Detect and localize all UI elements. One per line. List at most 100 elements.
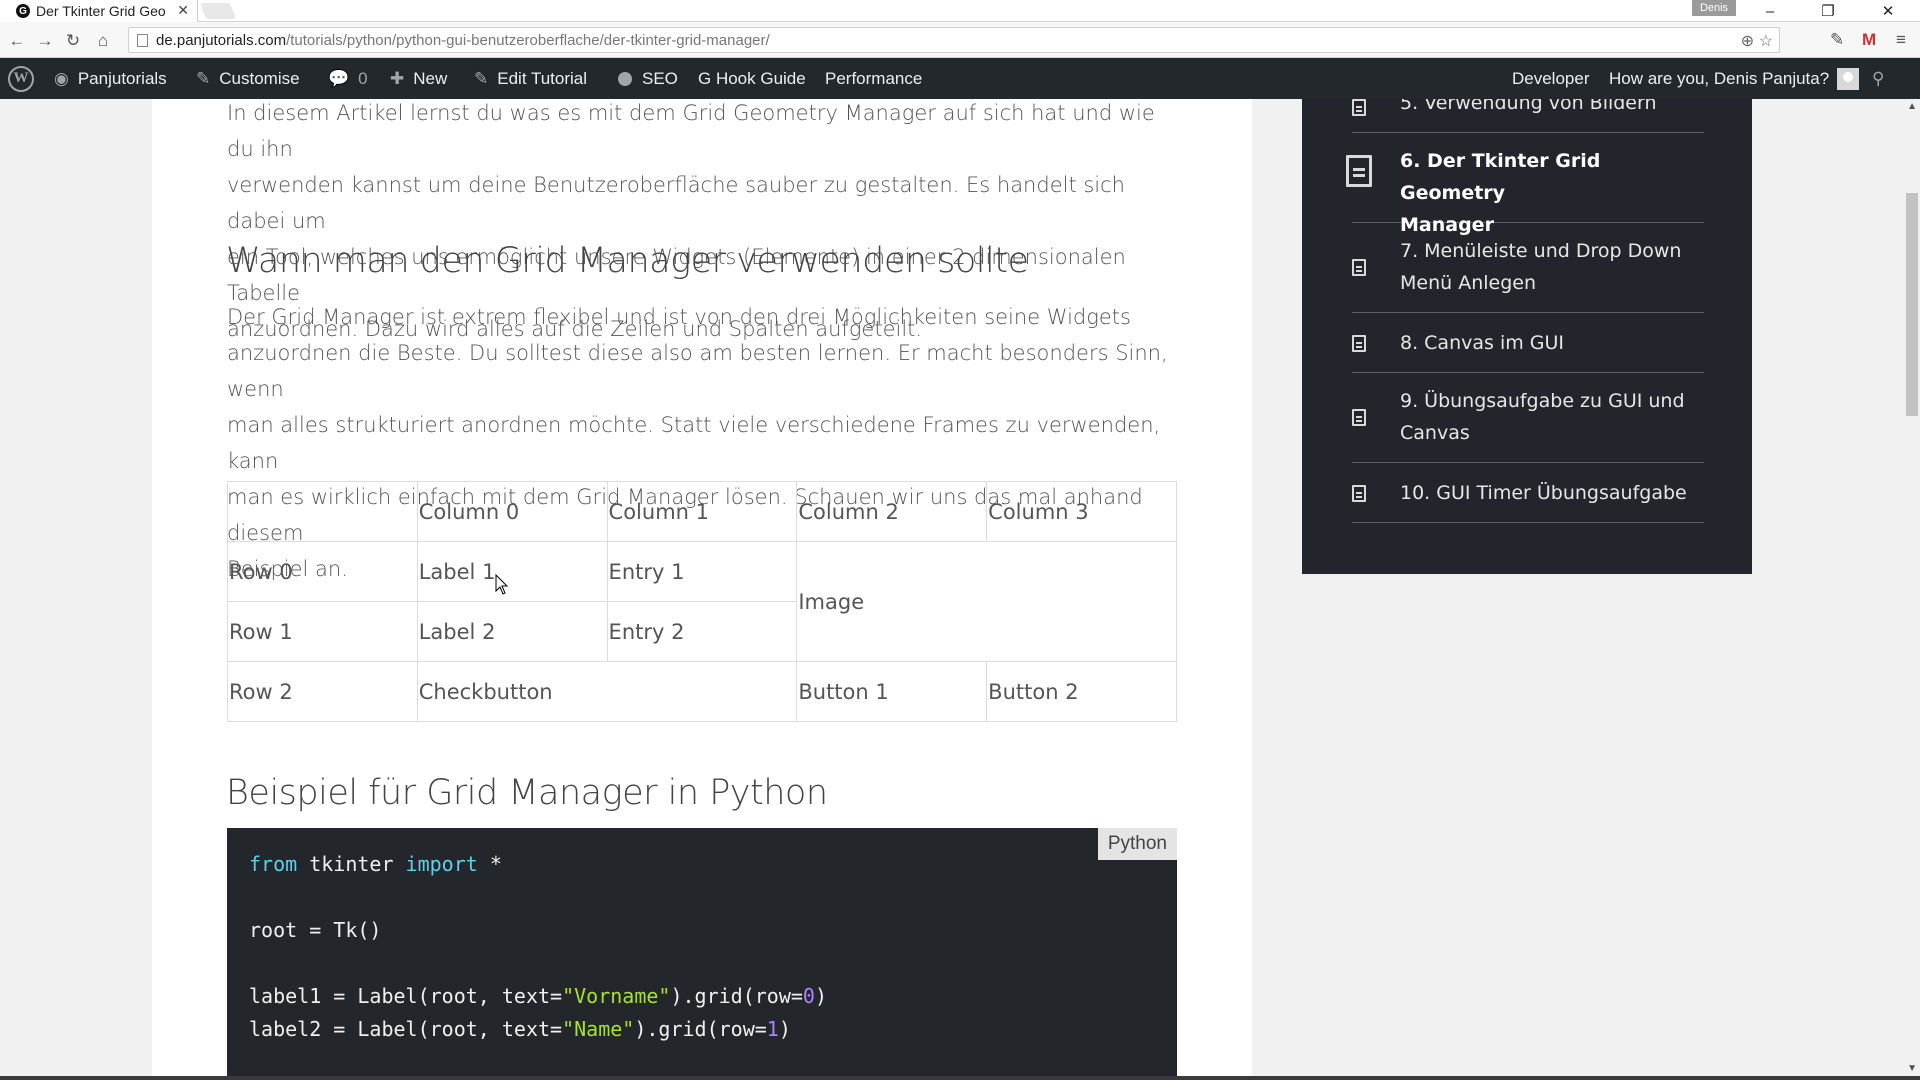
zoom-and-bookmark-icons[interactable]: ⊕ ☆ bbox=[1741, 31, 1773, 51]
code-token: label2 = Label(root, text= bbox=[249, 1017, 563, 1041]
page-icon bbox=[137, 33, 148, 47]
code-token: tkinter bbox=[297, 852, 406, 876]
sidebar-item-label: 8. Canvas im GUI bbox=[1400, 332, 1565, 354]
document-icon bbox=[1352, 99, 1366, 116]
code-token: label1 = Label(root, text= bbox=[249, 984, 563, 1008]
site-name-menu[interactable]: ◉ Panjutorials bbox=[54, 58, 167, 99]
code-keyword: from bbox=[249, 852, 298, 876]
site-name-label: Panjutorials bbox=[77, 68, 167, 88]
forward-arrow-icon[interactable]: → bbox=[34, 31, 56, 51]
table-cell: Column 0 bbox=[416, 481, 608, 542]
code-block[interactable]: Python from tkinter import * root = Tk()… bbox=[227, 828, 1177, 1080]
code-keyword: import bbox=[405, 852, 478, 876]
new-tab-button[interactable] bbox=[200, 3, 236, 19]
edit-tutorial-menu[interactable]: ✎ Edit Tutorial bbox=[474, 58, 587, 99]
label-line: 7. Menüleiste und Drop Down bbox=[1400, 240, 1682, 262]
extension-tools-icon[interactable]: ✎ bbox=[1830, 30, 1844, 50]
wp-admin-bar: W ◉ Panjutorials ✎ Customise 💬 0 ✚ New ✎… bbox=[0, 58, 1920, 99]
address-bar[interactable]: de.panjutorials.com/tutorials/python/pyt… bbox=[128, 27, 1780, 53]
code-number: 0 bbox=[802, 984, 815, 1008]
comments-menu[interactable]: 💬 0 bbox=[328, 58, 368, 99]
hook-guide-menu[interactable]: G Hook Guide bbox=[698, 58, 806, 99]
code-language-tag: Python bbox=[1097, 828, 1177, 860]
hook-guide-label: G Hook Guide bbox=[698, 68, 806, 88]
reload-icon[interactable]: ↻ bbox=[62, 31, 84, 51]
browser-tab[interactable]: G Der Tkinter Grid Geo ✕ bbox=[0, 0, 198, 22]
sidebar-item-label: 10. GUI Timer Übungsaufgabe bbox=[1400, 482, 1687, 504]
restore-icon[interactable]: ❐ bbox=[1800, 0, 1856, 22]
code-token: ) bbox=[814, 984, 827, 1008]
table-cell: Button 1 bbox=[796, 661, 988, 722]
table-row: Column 0 Column 1 Column 2 Column 3 bbox=[227, 481, 1177, 542]
code-token: ) bbox=[778, 1017, 791, 1041]
brush-icon: ✎ bbox=[196, 68, 211, 88]
favicon-icon: G bbox=[16, 4, 30, 18]
wp-logo-menu[interactable]: W bbox=[8, 58, 34, 99]
seo-menu[interactable]: SEO bbox=[618, 58, 678, 99]
table-cell: Label 2 bbox=[416, 601, 608, 662]
scroll-down-arrow-icon[interactable]: ▼ bbox=[1907, 1063, 1917, 1074]
sidebar-item-5[interactable]: 5. Verwendung von Bildern bbox=[1352, 99, 1704, 133]
new-content-menu[interactable]: ✚ New bbox=[390, 58, 447, 99]
sidebar-item-10[interactable]: 10. GUI Timer Übungsaufgabe bbox=[1352, 463, 1704, 523]
label-line: Canvas bbox=[1400, 422, 1470, 444]
sidebar-item-label: 9. Übungsaufgabe zu GUI und Canvas bbox=[1400, 385, 1685, 449]
para-line: man alles strukturiert anordnen möchte. … bbox=[227, 413, 1161, 473]
tab-title: Der Tkinter Grid Geo bbox=[36, 3, 166, 19]
greeting-label: How are you, Denis Panjuta? bbox=[1609, 68, 1830, 88]
browser-tabstrip: G Der Tkinter Grid Geo ✕ Denis – ❐ ✕ bbox=[0, 0, 1920, 22]
table-cell: Row 1 bbox=[227, 601, 418, 662]
page-scrollbar[interactable]: ▲ ▼ bbox=[1903, 99, 1920, 1080]
account-menu[interactable]: How are you, Denis Panjuta? bbox=[1609, 58, 1860, 99]
seo-label: SEO bbox=[642, 68, 678, 88]
tab-close-icon[interactable]: ✕ bbox=[177, 2, 189, 19]
label-line: 9. Übungsaufgabe zu GUI und bbox=[1400, 390, 1685, 412]
table-cell: Row 2 bbox=[227, 661, 418, 722]
table-row: Row 2 Checkbutton Button 1 Button 2 bbox=[227, 661, 1177, 722]
profile-chip[interactable]: Denis bbox=[1692, 0, 1736, 16]
sidebar-item-8[interactable]: 8. Canvas im GUI bbox=[1352, 313, 1704, 373]
performance-menu[interactable]: Performance bbox=[825, 58, 922, 99]
wordpress-logo-icon: W bbox=[8, 65, 34, 92]
code-number: 1 bbox=[766, 1017, 779, 1041]
table-cell bbox=[227, 481, 418, 542]
home-icon[interactable]: ⌂ bbox=[92, 31, 114, 51]
label-line: Menü Anlegen bbox=[1400, 272, 1537, 294]
code-token: ).grid(row= bbox=[634, 1017, 767, 1041]
intro-line: verwenden kannst um deine Benutzeroberfl… bbox=[227, 173, 1125, 233]
sidebar-item-6-active[interactable]: 6. Der Tkinter Grid Geometry Manager bbox=[1346, 133, 1704, 236]
section-heading-when: Wann man den Grid Manager verwenden soll… bbox=[226, 241, 1029, 281]
sidebar-item-7[interactable]: 7. Menüleiste und Drop Down Menü Anlegen bbox=[1352, 223, 1704, 313]
table-row: Row 0 Label 1 Entry 1 Image bbox=[227, 541, 1177, 662]
document-icon bbox=[1352, 485, 1366, 502]
developer-menu[interactable]: Developer bbox=[1512, 58, 1590, 99]
browser-menu-icon[interactable]: ≡ bbox=[1896, 30, 1906, 50]
pencil-icon: ✎ bbox=[474, 68, 489, 88]
mouse-cursor-icon bbox=[495, 574, 509, 595]
code-string: "Vorname" bbox=[562, 984, 671, 1008]
grid-example-table: Column 0 Column 1 Column 2 Column 3 Row … bbox=[227, 481, 1177, 722]
tutorial-sidebar: 5. Verwendung von Bildern 6. Der Tkinter… bbox=[1302, 99, 1752, 574]
code-string: "Name" bbox=[562, 1017, 635, 1041]
scroll-up-arrow-icon[interactable]: ▲ bbox=[1907, 101, 1917, 112]
avatar bbox=[1837, 67, 1860, 90]
seo-status-icon bbox=[618, 71, 632, 86]
sidebar-item-label: 7. Menüleiste und Drop Down Menü Anlegen bbox=[1400, 235, 1681, 299]
section-heading-example: Beispiel für Grid Manager in Python bbox=[226, 773, 828, 813]
table-cell-image: Image bbox=[796, 541, 1177, 662]
scrollbar-thumb[interactable] bbox=[1906, 193, 1918, 416]
table-cell: Column 3 bbox=[986, 481, 1177, 542]
search-menu[interactable]: ⚲ bbox=[1872, 58, 1893, 99]
table-cell: Button 2 bbox=[986, 661, 1177, 722]
table-cell: Column 1 bbox=[606, 481, 798, 542]
back-arrow-icon[interactable]: ← bbox=[6, 31, 28, 51]
sidebar-item-9[interactable]: 9. Übungsaufgabe zu GUI und Canvas bbox=[1352, 373, 1704, 463]
window-close-icon[interactable]: ✕ bbox=[1860, 0, 1916, 22]
gmail-extension-icon[interactable]: M bbox=[1862, 30, 1876, 50]
customise-menu[interactable]: ✎ Customise bbox=[196, 58, 300, 99]
minimize-icon[interactable]: – bbox=[1742, 0, 1798, 22]
table-cell: Column 2 bbox=[796, 481, 988, 542]
browser-toolbar: ← → ↻ ⌂ de.panjutorials.com/tutorials/py… bbox=[0, 22, 1920, 58]
code-line: label1 = Label(root, text="Vorname").gri… bbox=[249, 984, 827, 1008]
url-path: /tutorials/python/python-gui-benutzerobe… bbox=[286, 31, 770, 49]
